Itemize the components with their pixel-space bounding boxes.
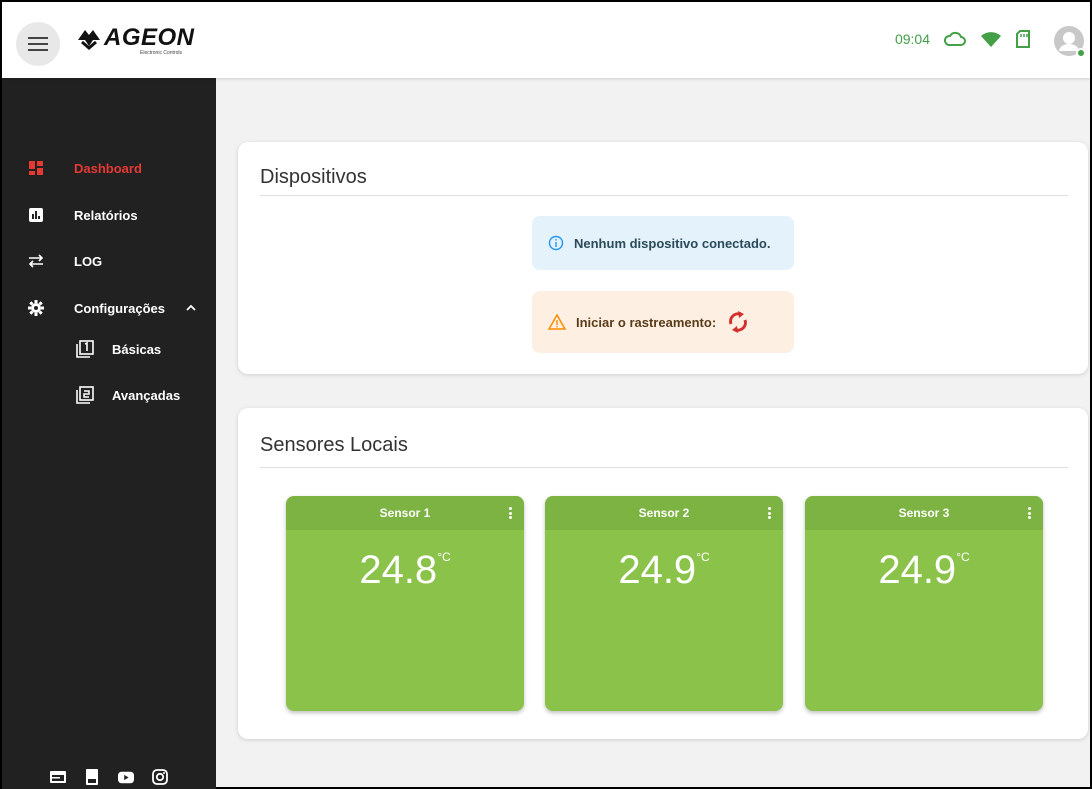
sensor-name: Sensor 3 — [898, 506, 950, 520]
local-sensors-card: Sensores Locais Sensor 1 24.8°C Sensor 2… — [238, 408, 1088, 739]
sidebar-item-configuracoes[interactable]: Configurações — [2, 290, 216, 326]
sensor-card-1[interactable]: Sensor 1 24.8°C — [286, 496, 524, 711]
sensor-value: 24.8 — [359, 548, 438, 592]
sensor-value: 24.9 — [618, 548, 697, 592]
more-vert-icon[interactable] — [1025, 505, 1033, 521]
sensor-card-2[interactable]: Sensor 2 24.9°C — [545, 496, 783, 711]
sync-button[interactable] — [726, 310, 760, 334]
logo: AGEON Electronic Controls — [76, 26, 195, 66]
more-vert-icon[interactable] — [765, 505, 773, 521]
sidebar: Dashboard Relatórios LOG Configurações B… — [2, 78, 216, 789]
menu-button[interactable] — [16, 22, 60, 66]
no-device-message: Nenhum dispositivo conectado. — [574, 235, 771, 251]
logo-subtext: Electronic Controls — [140, 50, 182, 56]
sidebar-subitem-avancadas[interactable]: Avançadas — [2, 377, 216, 413]
online-status-dot — [1076, 48, 1086, 58]
sensor-unit: °C — [437, 550, 451, 564]
sensor-unit: °C — [696, 550, 710, 564]
card-divider — [260, 195, 1068, 196]
sidebar-item-label: Configurações — [74, 300, 166, 316]
sidebar-item-label: Dashboard — [74, 160, 142, 176]
logo-text: AGEON — [104, 24, 195, 51]
more-vert-icon[interactable] — [506, 505, 514, 521]
sensor-header: Sensor 2 — [545, 496, 783, 530]
sidebar-footer — [50, 769, 168, 785]
card-divider — [260, 467, 1068, 468]
filter-1-icon — [76, 340, 94, 358]
no-device-alert: Nenhum dispositivo conectado. — [532, 216, 794, 270]
sidebar-subitem-label: Avançadas — [112, 387, 181, 403]
sensor-name: Sensor 2 — [638, 506, 690, 520]
sidebar-item-relatorios[interactable]: Relatórios — [2, 197, 216, 233]
sidebar-item-dashboard[interactable]: Dashboard — [2, 150, 216, 186]
swap-arrows-icon — [28, 253, 44, 269]
web-icon[interactable] — [50, 769, 66, 785]
cloud-icon[interactable] — [944, 31, 966, 47]
clock: 09:04 — [894, 31, 930, 47]
sidebar-item-label: Relatórios — [74, 207, 138, 223]
sensor-name: Sensor 1 — [379, 506, 431, 520]
sidebar-item-label: LOG — [74, 253, 103, 269]
sensor-card-3[interactable]: Sensor 3 24.9°C — [805, 496, 1043, 711]
sync-icon — [729, 311, 748, 333]
sensor-reading: 24.9°C — [545, 548, 783, 593]
sidebar-item-log[interactable]: LOG — [2, 243, 216, 279]
sidebar-subitem-label: Básicas — [112, 341, 162, 357]
sensor-reading: 24.9°C — [805, 548, 1043, 593]
instagram-icon[interactable] — [152, 769, 168, 785]
wifi-icon[interactable] — [980, 31, 1002, 47]
sensor-unit: °C — [956, 550, 970, 564]
bar-chart-icon — [28, 207, 44, 223]
logo-mark-icon — [78, 30, 100, 50]
devices-card-title: Dispositivos — [260, 166, 367, 188]
local-sensors-card-title: Sensores Locais — [260, 434, 408, 456]
start-tracking-message: Iniciar o rastreamento: — [576, 314, 717, 330]
hamburger-icon — [28, 37, 48, 51]
status-area: 09:04 — [895, 30, 1030, 48]
devices-card: Dispositivos Nenhum dispositivo conectad… — [238, 142, 1088, 374]
sd-card-icon[interactable] — [1016, 30, 1030, 48]
top-bar: AGEON Electronic Controls 09:04 — [2, 2, 1090, 78]
book-icon[interactable] — [84, 769, 100, 785]
sensor-header: Sensor 1 — [286, 496, 524, 530]
sensor-value: 24.9 — [878, 548, 957, 592]
youtube-icon[interactable] — [118, 769, 134, 785]
sensor-header: Sensor 3 — [805, 496, 1043, 530]
sensor-reading: 24.8°C — [286, 548, 524, 593]
info-icon — [548, 235, 564, 251]
avatar[interactable] — [1054, 26, 1086, 58]
filter-2-icon — [76, 386, 94, 404]
start-tracking-alert: Iniciar o rastreamento: — [532, 291, 794, 353]
chevron-up-icon[interactable] — [186, 304, 196, 312]
dashboard-icon — [28, 160, 44, 176]
sidebar-subitem-basicas[interactable]: Básicas — [2, 331, 216, 367]
gear-icon — [28, 300, 44, 316]
warning-icon — [548, 314, 566, 330]
